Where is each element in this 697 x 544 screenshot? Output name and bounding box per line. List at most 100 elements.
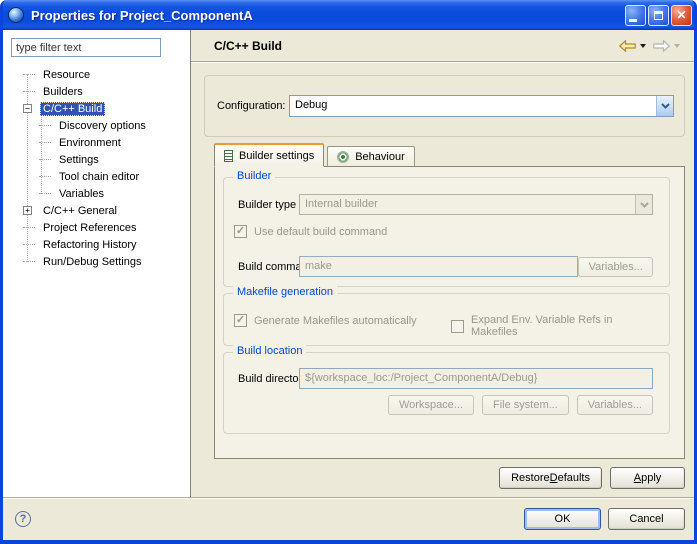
- dialog-button-bar: ? OK Cancel: [3, 497, 694, 540]
- tree-item-label: Refactoring History: [40, 238, 140, 252]
- maximize-icon: [654, 11, 663, 20]
- tree-item-c-c-build[interactable]: −C/C++ Build: [11, 100, 190, 117]
- forward-button: [653, 40, 670, 52]
- tree-connector: [39, 176, 51, 177]
- expand-env-refs-checkbox: [451, 320, 464, 333]
- tree-item-label: Builders: [40, 85, 86, 99]
- close-icon: ✕: [676, 9, 686, 21]
- tree-connector: [23, 74, 35, 75]
- build-directory-field: ${workspace_loc:/Project_ComponentA/Debu…: [299, 368, 653, 389]
- titlebar: Properties for Project_ComponentA ✕: [0, 0, 697, 30]
- tree-item-discovery-options[interactable]: Discovery options: [11, 117, 190, 134]
- makefile-generation-group: Makefile generation Generate Makefiles a…: [223, 293, 670, 346]
- generate-makefiles-checkbox: [234, 314, 247, 327]
- navigation-pane: Resource Builders−C/C++ Build Discovery op…: [3, 30, 191, 497]
- tree-item-refactoring-history[interactable]: Refactoring History: [11, 236, 190, 253]
- configuration-group: Configuration: Debug: [204, 75, 685, 137]
- builder-settings-panel: Builder Builder type Internal builder Us…: [214, 166, 685, 459]
- properties-dialog: Properties for Project_ComponentA ✕ Reso…: [0, 0, 697, 544]
- tree-item-label: Discovery options: [56, 119, 149, 133]
- tree-connector: [39, 193, 51, 194]
- use-default-build-command-label: Use default build command: [254, 226, 387, 238]
- tree-item-settings[interactable]: Settings: [11, 151, 190, 168]
- tree-connector: [23, 91, 35, 92]
- tab-label: Behaviour: [355, 151, 405, 163]
- tree-item-tool-chain-editor[interactable]: Tool chain editor: [11, 168, 190, 185]
- content-pane: C/C++ Build Configuration: Debug: [191, 30, 694, 497]
- cancel-button[interactable]: Cancel: [608, 508, 685, 530]
- expand-env-refs-label: Expand Env. Variable Refs in Makefiles: [471, 314, 653, 338]
- tree-item-label: Project References: [40, 221, 140, 235]
- restore-defaults-button[interactable]: Restore Defaults: [499, 467, 602, 489]
- tree-item-label: C/C++ General: [40, 204, 120, 218]
- tree-item-environment[interactable]: Environment: [11, 134, 190, 151]
- tab-bar: Builder settings Behaviour: [214, 143, 694, 166]
- expand-icon[interactable]: +: [23, 206, 32, 215]
- combo-dropdown-button: [635, 195, 652, 214]
- tree-item-run-debug-settings[interactable]: Run/Debug Settings: [11, 253, 190, 270]
- variables-button: Variables...: [577, 395, 653, 415]
- build-directory-label: Build directory: [238, 373, 299, 385]
- properties-tree: Resource Builders−C/C++ Build Discovery op…: [11, 66, 190, 270]
- behaviour-icon: [337, 151, 349, 163]
- configuration-value: Debug: [290, 96, 656, 116]
- combo-dropdown-button[interactable]: [656, 96, 673, 116]
- tree-connector: [23, 227, 35, 228]
- build-location-group-title: Build location: [233, 345, 306, 357]
- tree-connector: [39, 159, 51, 160]
- tree-item-label: Run/Debug Settings: [40, 255, 144, 269]
- tree-item-label: C/C++ Build: [40, 102, 105, 116]
- back-button[interactable]: [619, 40, 636, 52]
- tree-item-project-references[interactable]: Project References: [11, 219, 190, 236]
- back-arrow-icon: [619, 40, 636, 52]
- chevron-down-icon: [640, 202, 649, 208]
- builder-type-value: Internal builder: [300, 195, 635, 214]
- help-button[interactable]: ?: [15, 511, 31, 527]
- use-default-build-command-checkbox: [234, 225, 247, 238]
- maximize-button[interactable]: [648, 5, 669, 26]
- window-icon: [8, 7, 24, 23]
- build-command-field: make: [299, 256, 578, 277]
- minimize-button[interactable]: [625, 5, 646, 26]
- tree-item-label: Environment: [56, 136, 124, 150]
- close-button[interactable]: ✕: [671, 5, 692, 26]
- builder-type-label: Builder type: [238, 199, 299, 211]
- builder-settings-icon: [224, 150, 233, 162]
- page-header: C/C++ Build: [191, 30, 694, 62]
- generate-makefiles-label: Generate Makefiles automatically: [254, 315, 417, 327]
- tree-connector: [23, 261, 35, 262]
- forward-arrow-icon: [653, 40, 670, 52]
- build-location-group: Build location Build directory ${workspa…: [223, 352, 670, 434]
- history-navigation: [619, 40, 684, 52]
- builder-group: Builder Builder type Internal builder Us…: [223, 177, 670, 287]
- tree-connector: [23, 244, 35, 245]
- tree-item-c-c-general[interactable]: + C/C++ General: [11, 202, 190, 219]
- tree-item-label: Tool chain editor: [56, 170, 142, 184]
- configuration-label: Configuration:: [217, 100, 289, 112]
- tree-item-label: Resource: [40, 68, 93, 82]
- tree-item-label: Variables: [56, 187, 107, 201]
- back-menu-caret-icon[interactable]: [640, 44, 646, 48]
- ok-button[interactable]: OK: [524, 508, 601, 530]
- apply-row: Restore Defaults Apply: [191, 467, 685, 489]
- file-system-button: File system...: [482, 395, 569, 415]
- configuration-combo[interactable]: Debug: [289, 95, 674, 117]
- tab-behaviour[interactable]: Behaviour: [327, 146, 415, 166]
- minimize-icon: [629, 19, 637, 22]
- tree-connector: [39, 142, 51, 143]
- tree-item-variables[interactable]: Variables: [11, 185, 190, 202]
- window-title: Properties for Project_ComponentA: [31, 8, 623, 23]
- tree-item-resource[interactable]: Resource: [11, 66, 190, 83]
- tab-label: Builder settings: [239, 150, 314, 162]
- chevron-down-icon: [661, 103, 670, 109]
- builder-group-title: Builder: [233, 170, 275, 182]
- builder-type-combo: Internal builder: [299, 194, 653, 215]
- tree-item-builders[interactable]: Builders: [11, 83, 190, 100]
- tab-builder-settings[interactable]: Builder settings: [214, 143, 324, 167]
- apply-button[interactable]: Apply: [610, 467, 685, 489]
- filter-input[interactable]: [11, 38, 161, 57]
- tree-connector: [39, 125, 51, 126]
- build-command-label: Build command:: [238, 261, 299, 273]
- collapse-icon[interactable]: −: [23, 104, 32, 113]
- forward-menu-caret-icon: [674, 44, 680, 48]
